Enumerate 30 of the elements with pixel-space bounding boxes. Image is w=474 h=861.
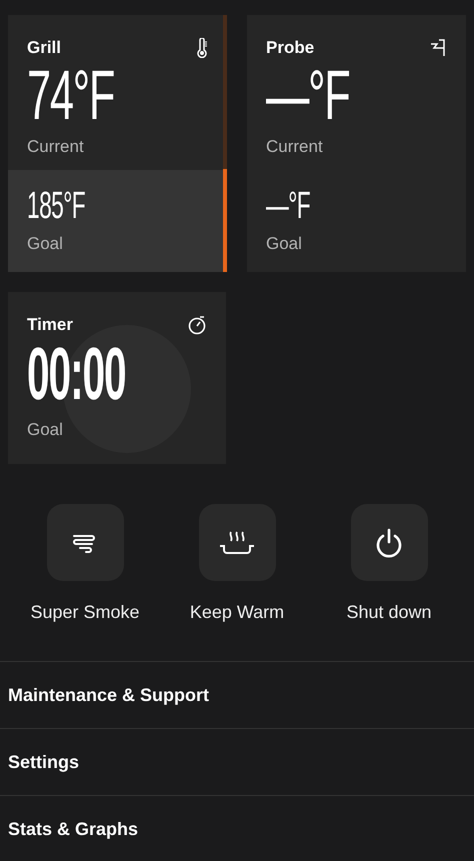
current-label: Current (27, 137, 85, 157)
goal-temperature: 185°F (27, 186, 86, 226)
goal-temperature: —°F (266, 186, 310, 226)
timer-value: 00:00 (27, 338, 126, 410)
goal-label: Goal (266, 234, 303, 254)
menu-item[interactable]: Settings (8, 752, 80, 772)
stopwatch-icon (187, 315, 207, 335)
card-title: Probe (266, 38, 314, 58)
probe-card[interactable]: Grill 74°F Current 185°F Goal (8, 15, 227, 272)
timer-card[interactable]: Timer 00:00 Goal (8, 292, 226, 464)
action-button[interactable] (350, 504, 428, 581)
current-label: Current (266, 137, 324, 157)
current-temperature: 74°F (27, 61, 114, 129)
action-label: Super Smoke (30, 602, 140, 623)
action-label: Keep Warm (190, 602, 284, 623)
current-temperature: —°F (266, 61, 350, 129)
card-title: Grill (27, 38, 62, 58)
timer-label: Goal (27, 420, 64, 440)
menu-item[interactable]: Stats & Graphs (8, 818, 138, 840)
thermometer-icon (196, 38, 208, 58)
menu-item[interactable]: Maintenance & Support (8, 684, 210, 706)
action-button[interactable] (198, 504, 276, 581)
probe-card[interactable]: Probe —°F Current —°F Goal (247, 15, 466, 272)
goal-panel[interactable]: —°F Goal (247, 170, 466, 272)
action-label: Shut down (346, 602, 432, 623)
card-title: Timer (27, 315, 73, 335)
power-icon (374, 526, 404, 558)
probe-icon (429, 38, 447, 58)
goal-label: Goal (27, 234, 64, 254)
action-button[interactable] (46, 504, 124, 581)
